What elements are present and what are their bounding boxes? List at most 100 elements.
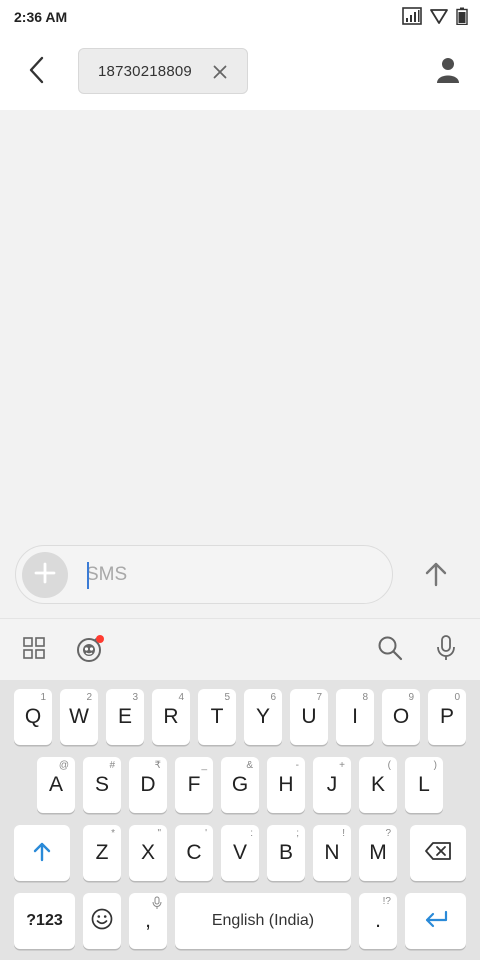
period-key[interactable]: . !? bbox=[359, 893, 397, 949]
key-hint: ' bbox=[205, 828, 207, 839]
key-d[interactable]: D ₹ bbox=[129, 757, 167, 813]
key-hint: 7 bbox=[316, 692, 322, 703]
key-hint: ) bbox=[433, 760, 437, 771]
key-j[interactable]: J + bbox=[313, 757, 351, 813]
key-hint: 1 bbox=[40, 692, 46, 703]
key-s[interactable]: S # bbox=[83, 757, 121, 813]
key-label: E bbox=[117, 705, 132, 728]
status-icons bbox=[402, 7, 468, 25]
close-icon[interactable] bbox=[211, 63, 229, 81]
microphone-hint-icon bbox=[152, 896, 162, 915]
key-q[interactable]: Q1 bbox=[14, 689, 52, 745]
key-hint: 8 bbox=[362, 692, 368, 703]
enter-icon bbox=[423, 910, 449, 933]
plus-icon bbox=[34, 562, 56, 589]
key-h[interactable]: H- bbox=[267, 757, 305, 813]
key-z[interactable]: Z * bbox=[83, 825, 121, 881]
keyboard-toolbar bbox=[0, 618, 480, 680]
key-label: X bbox=[140, 841, 155, 864]
key-l[interactable]: L) bbox=[405, 757, 443, 813]
send-button[interactable] bbox=[414, 554, 458, 598]
key-hint: ; bbox=[296, 828, 299, 839]
key-f[interactable]: F _ bbox=[175, 757, 213, 813]
key-e[interactable]: E3 bbox=[106, 689, 144, 745]
enter-key[interactable] bbox=[405, 893, 466, 949]
key-hint: 0 bbox=[454, 692, 460, 703]
key-k[interactable]: K( bbox=[359, 757, 397, 813]
comma-key[interactable]: , bbox=[129, 893, 167, 949]
key-label: R bbox=[163, 705, 179, 728]
key-label: L bbox=[418, 773, 430, 796]
key-label: S bbox=[94, 773, 109, 796]
key-hint: - bbox=[295, 760, 299, 771]
key-hint: ₹ bbox=[154, 760, 161, 771]
period-key-hint: !? bbox=[382, 896, 391, 907]
key-hint: & bbox=[246, 760, 253, 771]
key-label: K bbox=[370, 773, 385, 796]
recipient-chip[interactable]: 18730218809 bbox=[78, 48, 248, 94]
key-label: M bbox=[369, 841, 387, 864]
key-label: H bbox=[278, 773, 294, 796]
symbols-key[interactable]: ?123 bbox=[14, 893, 75, 949]
key-t[interactable]: T5 bbox=[198, 689, 236, 745]
key-hint: + bbox=[339, 760, 345, 771]
key-a[interactable]: A @ bbox=[37, 757, 75, 813]
shift-key[interactable] bbox=[14, 825, 70, 881]
apps-grid-button[interactable] bbox=[15, 631, 53, 669]
key-hint: 4 bbox=[178, 692, 184, 703]
notification-dot bbox=[96, 635, 104, 643]
key-label: Y bbox=[255, 705, 270, 728]
key-label: P bbox=[439, 705, 454, 728]
microphone-icon bbox=[435, 634, 457, 667]
sticker-button[interactable] bbox=[71, 631, 109, 669]
space-key[interactable]: English (India) bbox=[175, 893, 351, 949]
key-label: F bbox=[187, 773, 201, 796]
emoji-key[interactable] bbox=[83, 893, 121, 949]
key-hint: ! bbox=[342, 828, 345, 839]
key-x[interactable]: X " bbox=[129, 825, 167, 881]
key-label: Z bbox=[95, 841, 109, 864]
key-m[interactable]: M? bbox=[359, 825, 397, 881]
compose-bar bbox=[0, 540, 480, 618]
key-hint: 6 bbox=[270, 692, 276, 703]
key-label: D bbox=[140, 773, 156, 796]
key-n[interactable]: N! bbox=[313, 825, 351, 881]
sms-input[interactable] bbox=[86, 560, 366, 590]
key-g[interactable]: G & bbox=[221, 757, 259, 813]
key-i[interactable]: I8 bbox=[336, 689, 374, 745]
add-contact-button[interactable] bbox=[430, 54, 466, 90]
backspace-key[interactable] bbox=[410, 825, 466, 881]
key-v[interactable]: V: bbox=[221, 825, 259, 881]
comma-key-label: , bbox=[145, 909, 151, 932]
wifi-icon bbox=[430, 8, 448, 24]
arrow-up-icon bbox=[424, 561, 448, 592]
add-attachment-button[interactable] bbox=[22, 552, 68, 598]
conversation-header: 18730218809 bbox=[0, 34, 480, 110]
search-icon bbox=[377, 635, 403, 666]
key-r[interactable]: R4 bbox=[152, 689, 190, 745]
status-bar: 2:36 AM bbox=[0, 0, 480, 34]
key-hint: ( bbox=[387, 760, 391, 771]
symbols-key-label: ?123 bbox=[26, 912, 63, 929]
key-p[interactable]: P0 bbox=[428, 689, 466, 745]
key-c[interactable]: C ' bbox=[175, 825, 213, 881]
key-label: C bbox=[186, 841, 202, 864]
key-label: U bbox=[301, 705, 317, 728]
key-hint: 3 bbox=[132, 692, 138, 703]
key-b[interactable]: B; bbox=[267, 825, 305, 881]
voice-input-button[interactable] bbox=[427, 631, 465, 669]
key-o[interactable]: O9 bbox=[382, 689, 420, 745]
key-w[interactable]: W2 bbox=[60, 689, 98, 745]
signal-icon bbox=[402, 7, 422, 25]
key-u[interactable]: U7 bbox=[290, 689, 328, 745]
back-button[interactable] bbox=[18, 54, 54, 90]
key-hint: 2 bbox=[86, 692, 92, 703]
battery-icon bbox=[456, 7, 468, 25]
period-key-label: . bbox=[375, 909, 381, 932]
back-arrow-icon bbox=[27, 56, 45, 89]
search-button[interactable] bbox=[371, 631, 409, 669]
key-hint: @ bbox=[58, 760, 69, 771]
key-y[interactable]: Y6 bbox=[244, 689, 282, 745]
emoji-icon bbox=[91, 908, 113, 935]
compose-field bbox=[15, 545, 393, 604]
